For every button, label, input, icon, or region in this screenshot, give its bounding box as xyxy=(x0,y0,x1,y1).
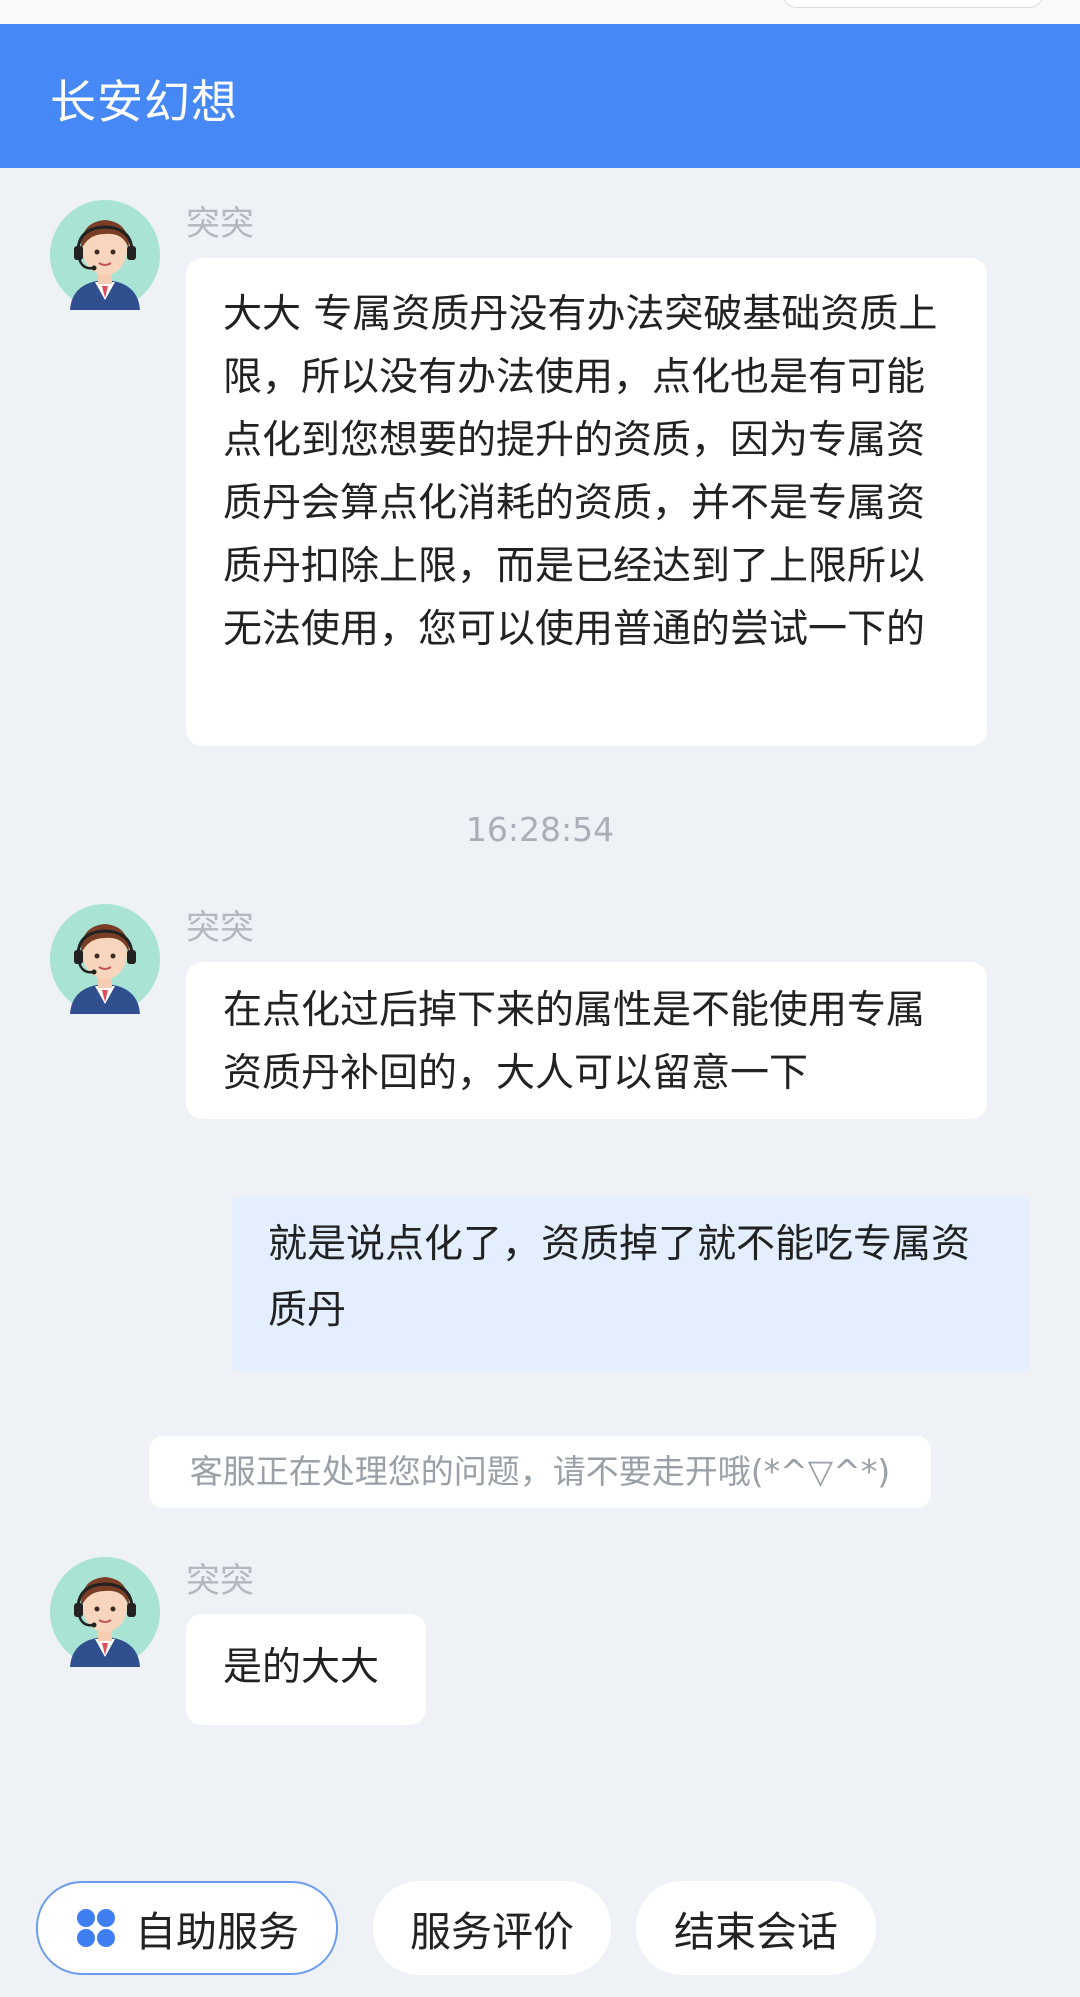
rate-service-button[interactable]: 服务评价 xyxy=(373,1881,611,1975)
sender-name: 突突 xyxy=(186,908,254,948)
sender-name: 突突 xyxy=(186,204,254,244)
self-service-label: 自助服务 xyxy=(135,1908,299,1956)
processing-notice: 客服正在处理您的问题，请不要走开哦(*^▽^*) xyxy=(149,1436,931,1508)
end-session-label: 结束会话 xyxy=(674,1908,838,1956)
agent-message-bubble: 在点化过后掉下来的属性是不能使用专属资质丹补回的，大人可以留意一下 xyxy=(186,962,987,1119)
status-strip xyxy=(0,0,1080,24)
self-service-button[interactable]: 自助服务 xyxy=(36,1881,338,1975)
agent-message-bubble: 大大 专属资质丹没有办法突破基础资质上限，所以没有办法使用，点化也是有可能点化到… xyxy=(186,258,987,746)
header-title: 长安幻想 xyxy=(50,75,238,129)
message-timestamp: 16:28:54 xyxy=(465,810,615,849)
agent-avatar-icon xyxy=(50,200,160,310)
app-header: 长安幻想 xyxy=(0,24,1080,168)
sender-name: 突突 xyxy=(186,1561,254,1601)
agent-avatar-icon xyxy=(50,1557,160,1667)
rate-service-label: 服务评价 xyxy=(410,1908,574,1956)
top-pill xyxy=(782,0,1044,8)
my-message-bubble: 就是说点化了，资质掉了就不能吃专属资质丹 xyxy=(232,1197,1030,1371)
agent-message-bubble: 是的大大 xyxy=(186,1614,426,1725)
four-petal-grid-icon xyxy=(77,1909,115,1947)
end-session-button[interactable]: 结束会话 xyxy=(636,1881,876,1975)
agent-avatar-icon xyxy=(50,904,160,1014)
